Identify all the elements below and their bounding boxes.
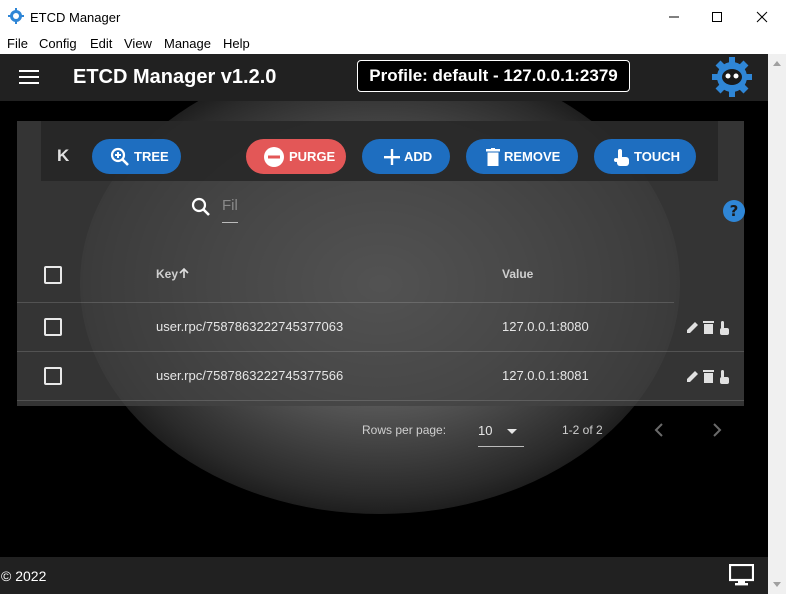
- tree-button-label: TREE: [134, 149, 169, 164]
- touch-icon: [614, 148, 629, 166]
- row-checkbox[interactable]: [44, 367, 62, 385]
- menu-view[interactable]: View: [124, 36, 152, 51]
- minimize-icon: [668, 16, 679, 17]
- svg-text:?: ?: [730, 202, 739, 220]
- add-button-label: ADD: [404, 149, 433, 164]
- maximize-icon: [711, 11, 722, 22]
- divider: [17, 351, 744, 352]
- edit-pencil-icon[interactable]: [686, 369, 700, 383]
- menu-bar: File Config Edit View Manage Help: [0, 33, 786, 54]
- previous-page-icon[interactable]: [653, 423, 665, 437]
- rows-per-page-value: 10: [478, 423, 493, 438]
- minus-circle-icon: [264, 146, 284, 167]
- menu-config[interactable]: Config: [39, 36, 77, 51]
- purge-button[interactable]: PURGE: [246, 139, 346, 174]
- touch-key-icon[interactable]: [718, 320, 730, 335]
- menu-manage[interactable]: Manage: [164, 36, 211, 51]
- row-checkbox[interactable]: [44, 318, 62, 336]
- gear-logo-icon: [712, 57, 752, 97]
- pagination-range: 1-2 of 2: [562, 423, 603, 437]
- toolbar-k-label: K: [57, 146, 70, 165]
- row-value: 127.0.0.1:8080: [502, 319, 589, 334]
- app-content: ETCD Manager v1.2.0 Profile: default - 1…: [0, 54, 768, 594]
- value-column-header: Value: [502, 267, 534, 281]
- remove-button[interactable]: REMOVE: [466, 139, 578, 174]
- close-icon: [756, 11, 767, 22]
- select-all-checkbox[interactable]: [44, 266, 62, 284]
- row-key: user.rpc/7587863222745377063: [156, 319, 344, 334]
- menu-edit[interactable]: Edit: [90, 36, 112, 51]
- row-key: user.rpc/7587863222745377566: [156, 368, 344, 383]
- menu-help[interactable]: Help: [223, 36, 250, 51]
- keys-panel: K TREE Fil PURGE ADD REMOVE TOUCH ? Key …: [17, 121, 746, 447]
- monitor-icon[interactable]: [729, 564, 754, 586]
- dropdown-arrow-icon: [507, 429, 517, 434]
- edit-pencil-icon[interactable]: [686, 320, 700, 334]
- key-column-header[interactable]: Key: [156, 267, 178, 281]
- rows-per-page-label: Rows per page:: [362, 423, 447, 437]
- delete-trash-icon[interactable]: [703, 369, 714, 383]
- plus-icon: [384, 148, 400, 165]
- trash-icon: [486, 147, 500, 166]
- search-icon: [191, 197, 210, 216]
- app-bar: ETCD Manager v1.2.0 Profile: default - 1…: [0, 54, 768, 101]
- copyright-text: © 2022: [1, 568, 47, 584]
- next-page-icon[interactable]: [711, 423, 723, 437]
- menu-icon[interactable]: [19, 70, 39, 86]
- app-gear-icon: [8, 8, 24, 24]
- delete-trash-icon[interactable]: [703, 320, 714, 334]
- remove-button-label: REMOVE: [504, 149, 561, 164]
- purge-button-label: PURGE: [289, 149, 336, 164]
- add-button[interactable]: ADD: [362, 139, 450, 174]
- close-button[interactable]: [739, 0, 784, 33]
- profile-label: Profile: default - 127.0.0.1:2379: [369, 66, 618, 85]
- scroll-down-icon[interactable]: [768, 578, 786, 592]
- divider: [17, 302, 674, 303]
- footer: © 2022: [0, 557, 768, 594]
- touch-button[interactable]: TOUCH: [594, 139, 696, 174]
- vertical-scrollbar[interactable]: [768, 54, 786, 594]
- row-value: 127.0.0.1:8081: [502, 368, 589, 383]
- zoom-in-icon: [110, 147, 129, 166]
- minimize-button[interactable]: [651, 0, 696, 33]
- touch-key-icon[interactable]: [718, 369, 730, 384]
- window-titlebar: ETCD Manager: [0, 0, 786, 33]
- rows-per-page-select[interactable]: 10: [478, 416, 524, 447]
- sort-arrow-up-icon[interactable]: [178, 267, 190, 279]
- window-title: ETCD Manager: [30, 10, 121, 25]
- help-icon[interactable]: ?: [722, 199, 746, 223]
- profile-badge[interactable]: Profile: default - 127.0.0.1:2379: [357, 60, 630, 92]
- menu-file[interactable]: File: [7, 36, 28, 51]
- filter-placeholder: Fil: [222, 197, 238, 214]
- scroll-up-icon[interactable]: [768, 56, 786, 70]
- filter-input[interactable]: Fil: [222, 197, 238, 223]
- touch-button-label: TOUCH: [634, 149, 680, 164]
- tree-button[interactable]: TREE: [92, 139, 181, 174]
- maximize-button[interactable]: [694, 0, 739, 33]
- app-title: ETCD Manager v1.2.0: [73, 66, 277, 88]
- divider: [17, 400, 744, 401]
